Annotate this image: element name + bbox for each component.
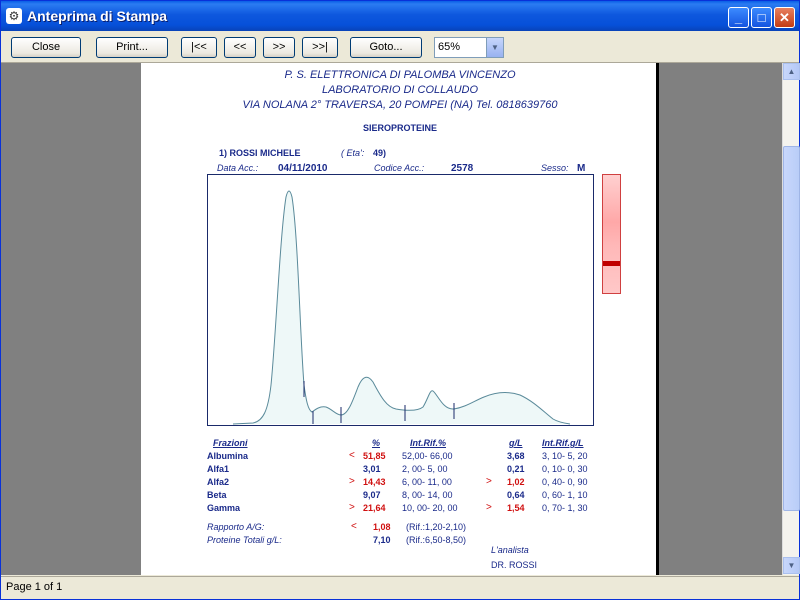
eta-label: ( Eta': [341,148,365,158]
fraction-ref-pct: 6, 00- 11, 00 [402,477,452,487]
sesso-label: Sesso: [541,163,569,173]
fraction-name: Albumina [207,451,249,461]
preview-area: P. S. ELETTRONICA DI PALOMBA VINCENZO LA… [1,63,782,575]
page-indicator: Page 1 of 1 [6,581,63,593]
fraction-pct: 9,07 [363,490,381,500]
electrophoresis-curve [232,190,571,425]
last-page-button[interactable]: >>| [302,37,338,58]
scroll-down-icon[interactable]: ▼ [783,557,800,574]
fraction-gl: 0,21 [507,464,525,474]
toolbar: Close Print... |<< << >> >>| Goto... 65%… [1,31,799,63]
header-company: P. S. ELETTRONICA DI PALOMBA VINCENZO [284,69,516,81]
fraction-ref-gl: 0, 10- 0, 30 [542,464,588,474]
rapporto-label: Rapporto A/G: [207,522,265,532]
scroll-thumb[interactable] [783,146,800,511]
codice-acc-value: 2578 [451,163,474,174]
rapporto-flag: < [351,521,357,532]
rapporto-value: 1,08 [373,522,391,532]
close-button[interactable]: Close [11,37,81,58]
fraction-gl: 3,68 [507,451,525,461]
analista-name: DR. ROSSI [491,560,538,570]
fraction-gl: 1,02 [507,477,525,487]
app-icon: ⚙ [6,8,22,24]
fraction-ref-gl: 0, 70- 1, 30 [542,503,588,513]
print-button[interactable]: Print... [96,37,168,58]
analista-label: L'analista [491,545,529,555]
fraction-name: Gamma [207,503,241,513]
sesso-value: M [577,163,586,174]
fraction-flag: > [349,476,355,487]
electrophoresis-curve-svg [232,190,571,425]
fraction-ref-gl: 0, 40- 0, 90 [542,477,588,487]
codice-acc-label: Codice Acc.: [374,163,425,173]
gel-strip [602,174,621,294]
report-page: P. S. ELETTRONICA DI PALOMBA VINCENZO LA… [141,63,659,575]
fraction-ref-pct: 8, 00- 14, 00 [402,490,453,500]
vertical-scrollbar[interactable]: ▲ ▼ [782,63,800,575]
col-pct: % [372,438,381,448]
previous-page-button[interactable]: << [224,37,256,58]
fraction-pct: 14,43 [363,477,386,487]
fraction-flag-gl: > [486,476,492,487]
fraction-flag: < [349,450,355,461]
goto-button[interactable]: Goto... [350,37,422,58]
col-gl: g/L [509,438,523,448]
maximize-button[interactable]: □ [751,7,772,28]
scroll-up-icon[interactable]: ▲ [783,63,800,80]
fraction-flag-gl: > [486,502,492,513]
fraction-pct: 51,85 [363,451,386,461]
proteine-label: Proteine Totali g/L: [207,535,282,545]
fraction-flag: > [349,502,355,513]
fraction-name: Alfa2 [207,477,230,487]
fraction-ref-pct: 52,00- 66,00 [402,451,453,461]
electrophoresis-chart [207,174,594,426]
fraction-gl: 0,64 [507,490,525,500]
print-preview-window: ⚙ Anteprima di Stampa _ □ ✕ Close Print.… [0,0,800,600]
chevron-down-icon[interactable]: ▼ [486,38,503,57]
fraction-pct: 3,01 [363,464,381,474]
rapporto-ref: (Rif.:1,20-2,10) [406,522,467,532]
header-lab: LABORATORIO DI COLLAUDO [321,84,479,96]
col-frazioni: Frazioni [213,438,248,448]
gel-band [603,261,620,266]
exam-title: SIEROPROTEINE [362,123,437,133]
zoom-select[interactable]: 65% ▼ [434,37,504,58]
first-page-button[interactable]: |<< [181,37,217,58]
fraction-ref-pct: 2, 00- 5, 00 [402,464,448,474]
data-acc-value: 04/11/2010 [278,163,328,174]
eta-value: 49) [373,148,387,158]
col-intrif-gl: Int.Rif.g/L [542,438,584,448]
status-bar: Page 1 of 1 [1,576,799,599]
fraction-gl: 1,54 [507,503,525,513]
patient-name: 1) ROSSI MICHELE [219,148,301,158]
close-window-button[interactable]: ✕ [774,7,795,28]
window-title: Anteprima di Stampa [27,8,168,24]
data-acc-label: Data Acc.: [217,163,259,173]
fraction-name: Beta [207,490,227,500]
header-address: VIA NOLANA 2° TRAVERSA, 20 POMPEI (NA) T… [242,99,558,111]
fraction-pct: 21,64 [363,503,386,513]
minimize-button[interactable]: _ [728,7,749,28]
fraction-ref-gl: 3, 10- 5, 20 [542,451,588,461]
fraction-ref-gl: 0, 60- 1, 10 [542,490,588,500]
col-intrif-pct: Int.Rif.% [410,438,446,448]
next-page-button[interactable]: >> [263,37,295,58]
proteine-value: 7,10 [373,535,391,545]
title-bar: ⚙ Anteprima di Stampa _ □ ✕ [1,1,799,31]
zoom-value: 65% [438,41,461,53]
fraction-name: Alfa1 [207,464,230,474]
proteine-ref: (Rif.:6,50-8,50) [406,535,467,545]
fraction-ref-pct: 10, 00- 20, 00 [402,503,458,513]
